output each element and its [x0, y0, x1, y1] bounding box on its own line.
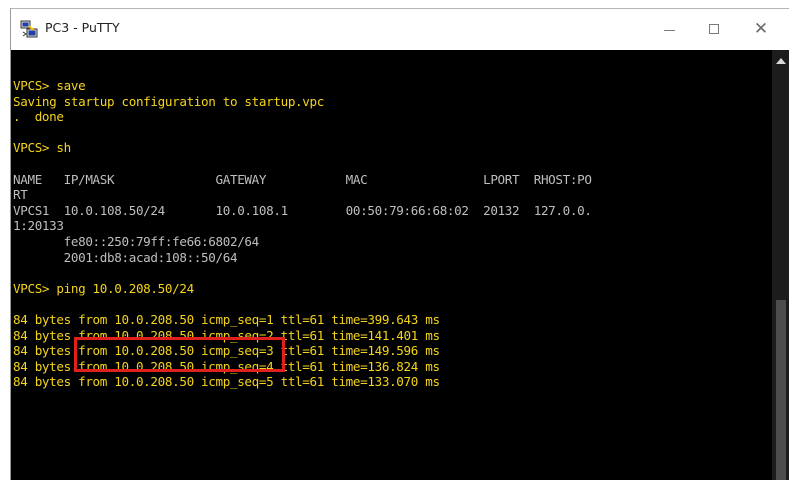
terminal-line: . done [13, 109, 64, 125]
terminal-line: 84 bytes from 10.0.208.50 icmp_seq=1 ttl… [13, 311, 440, 327]
terminal-line: VPCS> ping 10.0.208.50/24 [13, 280, 194, 296]
close-icon: ✕ [753, 18, 769, 39]
terminal-line: 84 bytes from 10.0.208.50 icmp_seq=5 ttl… [13, 374, 440, 390]
scroll-thumb[interactable] [776, 300, 786, 480]
terminal-line: 2001:db8:acad:108::50/64 [13, 249, 238, 265]
terminal-line: VPCS1 10.0.108.50/24 10.0.108.1 00:50:79… [13, 202, 592, 218]
maximize-button[interactable] [692, 9, 736, 49]
minimize-button[interactable] [647, 9, 691, 49]
terminal-line: VPCS> save [13, 78, 86, 93]
vertical-scrollbar[interactable] [772, 50, 789, 480]
terminal-line: VPCS> sh [13, 140, 71, 156]
terminal-area[interactable]: VPCS> save Saving startup configuration t… [11, 50, 772, 480]
terminal-line: NAME IP/MASK GATEWAY MAC LPORT RHOST:PO [13, 171, 592, 187]
putty-window: PC3 - PuTTY ✕ VPCS> save Saving startup c… [10, 8, 789, 480]
putty-icon [20, 20, 38, 38]
close-button[interactable]: ✕ [739, 9, 783, 49]
window-title: PC3 - PuTTY [45, 20, 120, 35]
terminal-line: 1:20133 [13, 218, 64, 234]
ping-command-highlight [74, 337, 285, 372]
maximize-icon [709, 24, 719, 34]
terminal-line: RT [13, 187, 28, 203]
terminal-line: fe80::250:79ff:fe66:6802/64 [13, 233, 260, 249]
terminal-line: Saving startup configuration to startup.… [13, 93, 324, 109]
scroll-up-icon[interactable] [776, 58, 786, 64]
minimize-icon [663, 29, 675, 31]
title-bar[interactable]: PC3 - PuTTY ✕ [11, 9, 789, 49]
